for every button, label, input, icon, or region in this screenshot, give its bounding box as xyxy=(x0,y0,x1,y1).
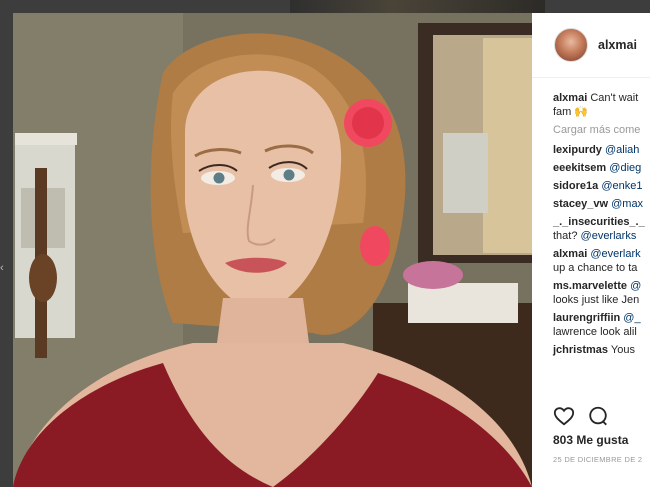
comment-username[interactable]: jchristmas xyxy=(553,344,608,356)
list-item: alxmai @everlark up a chance to ta xyxy=(553,247,650,275)
comment-username[interactable]: ms.marvelette xyxy=(553,280,627,292)
load-more-comments-link[interactable]: Cargar más come xyxy=(553,123,650,137)
comment-text-line2: looks just like Jen xyxy=(553,294,640,306)
comment-mention[interactable]: @aliah xyxy=(605,144,639,156)
comment-mention[interactable]: @enke1 xyxy=(601,180,642,192)
comment-text: that? xyxy=(553,230,578,242)
post-username[interactable]: alxmai xyxy=(598,38,637,52)
comments-panel: alxmai alxmai Can't wait fam 🙌 Cargar má… xyxy=(532,13,650,487)
comment-icon[interactable] xyxy=(587,405,609,427)
comment-username[interactable]: lexipurdy xyxy=(553,144,602,156)
comment-username[interactable]: _._insecurities_._ xyxy=(553,216,645,228)
list-item: laurengriffiin @_ lawrence look alil xyxy=(553,311,650,339)
list-item: _._insecurities_._ that? @everlarks xyxy=(553,215,650,243)
likes-count[interactable]: 803 Me gusta xyxy=(553,433,628,447)
comment-text-line2: up a chance to ta xyxy=(553,262,638,274)
selfie-illustration xyxy=(13,13,532,487)
comment-username[interactable]: alxmai xyxy=(553,248,587,260)
comment-mention[interactable]: @_ xyxy=(623,312,640,324)
comment-mention[interactable]: @max xyxy=(611,198,643,210)
comment-mention[interactable]: @everlarks xyxy=(581,230,637,242)
caption-text: Can't wait xyxy=(590,92,639,104)
list-item: sidore1a @enke1 xyxy=(553,179,650,193)
background-feed-strip xyxy=(290,0,545,13)
list-item: ms.marvelette @ looks just like Jen xyxy=(553,279,650,307)
comment-username[interactable]: laurengriffiin xyxy=(553,312,620,324)
avatar[interactable] xyxy=(554,28,588,62)
caption-username[interactable]: alxmai xyxy=(553,92,587,104)
comment-mention[interactable]: @everlark xyxy=(590,248,640,260)
comment-text-line2: that? @everlarks xyxy=(553,229,650,243)
post-photo[interactable] xyxy=(13,13,532,487)
list-item: lexipurdy @aliah xyxy=(553,143,650,157)
comment-text: Yous xyxy=(610,344,635,356)
comment-username[interactable]: eeekitsem xyxy=(553,162,606,174)
list-item: eeekitsem @dieg xyxy=(553,161,650,175)
comment-username[interactable]: sidore1a xyxy=(553,180,598,192)
comment-list: alxmai Can't wait fam 🙌 Cargar más come … xyxy=(553,91,650,361)
comment-text-line2: lawrence look alil xyxy=(553,326,637,338)
comment-mention[interactable]: @dieg xyxy=(609,162,641,174)
comment-mention[interactable]: @ xyxy=(630,280,641,292)
prev-arrow-icon[interactable]: ‹ xyxy=(0,262,6,274)
list-item: stacey_vw @max xyxy=(553,197,650,211)
post-date: 25 DE DICIEMBRE DE 2 xyxy=(553,455,643,464)
list-item: jchristmas Yous xyxy=(553,343,650,357)
heart-icon[interactable] xyxy=(553,405,575,427)
comment-username[interactable]: stacey_vw xyxy=(553,198,608,210)
post-header: alxmai xyxy=(532,13,650,78)
caption-text-line2: fam 🙌 xyxy=(553,106,589,118)
caption: alxmai Can't wait fam 🙌 xyxy=(553,91,650,119)
post-actions xyxy=(553,405,650,429)
